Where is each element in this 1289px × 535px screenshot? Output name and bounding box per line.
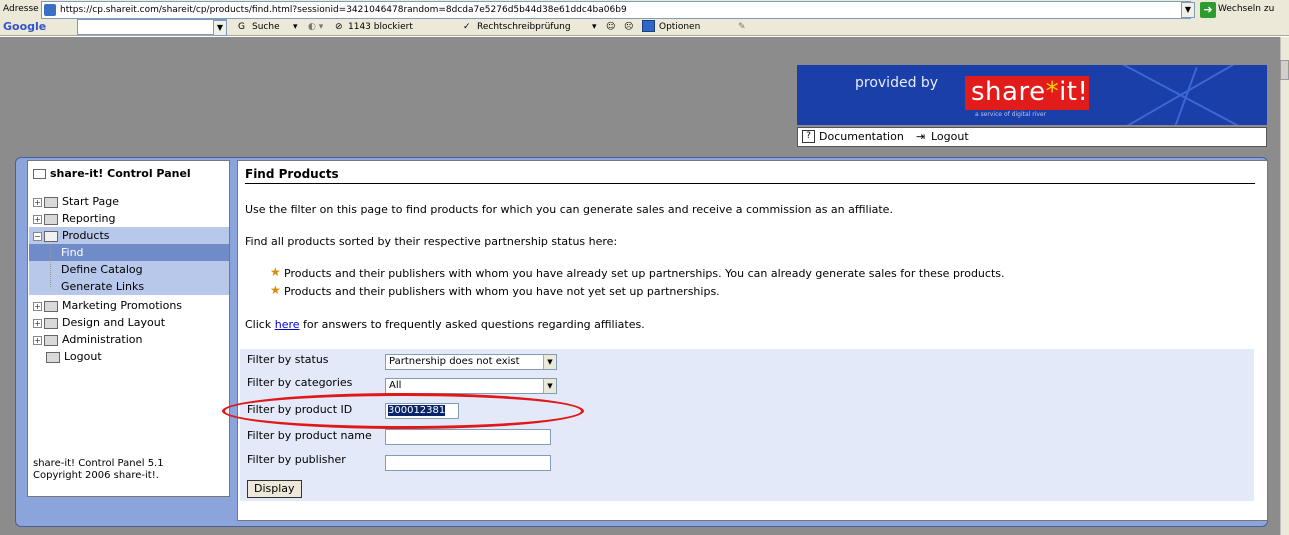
sidebar-item-define-catalog[interactable]: Define Catalog: [29, 261, 229, 278]
expand-icon[interactable]: +: [33, 301, 42, 311]
popup-blocked-icon: ⊘: [335, 22, 343, 32]
page-title: Find Products: [245, 167, 339, 181]
status-filter-label: Filter by status: [247, 353, 329, 366]
product-name-filter-label: Filter by product name: [247, 429, 372, 442]
vertical-scrollbar[interactable]: [1280, 37, 1289, 535]
spellcheck-icon: ✓: [463, 22, 471, 32]
faq-link[interactable]: here: [275, 318, 300, 331]
shareit-logo: share*it!: [965, 76, 1089, 110]
go-button-label[interactable]: Wechseln zu: [1218, 4, 1274, 14]
sidebar: share-it! Control Panel + Start Page + Rep…: [27, 160, 230, 497]
sidebar-item-design-and-layout[interactable]: + Design and Layout: [33, 314, 165, 331]
logout-link[interactable]: Logout: [931, 130, 969, 143]
logo-tagline: a service of digital river: [975, 111, 1047, 118]
sidebar-item-reporting[interactable]: + Reporting: [33, 210, 115, 227]
sidebar-item-logout[interactable]: Logout: [33, 348, 102, 365]
google-search-dropdown[interactable]: ▼: [213, 20, 227, 36]
browser-toolbar: Adresse https://cp.shareit.com/shareit/c…: [0, 0, 1289, 36]
chevron-down-icon[interactable]: ▼: [543, 355, 556, 369]
expand-icon[interactable]: +: [33, 318, 42, 328]
popup-blocked-counter[interactable]: 1143 blockiert: [348, 19, 413, 35]
google-search-icon: G: [238, 22, 245, 32]
title-divider: [245, 183, 1255, 184]
options-button[interactable]: Optionen: [659, 19, 700, 35]
chevron-down-icon[interactable]: ▼: [543, 379, 556, 393]
faq-sentence: Click here for answers to frequently ask…: [245, 318, 645, 331]
documentation-icon[interactable]: ?: [802, 130, 815, 143]
google-search-input[interactable]: [77, 19, 227, 35]
folder-icon: [44, 317, 58, 329]
product-name-input[interactable]: [385, 429, 551, 445]
categories-filter-label: Filter by categories: [247, 376, 353, 389]
header-links-bar: ? Documentation ⇥ Logout: [797, 127, 1267, 147]
frown-icon[interactable]: ☹: [624, 19, 633, 35]
google-logo[interactable]: Google: [3, 19, 46, 35]
publisher-filter-label: Filter by publisher: [247, 453, 346, 466]
expand-icon[interactable]: +: [33, 214, 42, 224]
tree-connector: [50, 244, 51, 287]
provided-by-text: provided by: [855, 75, 939, 91]
highlighter-icon[interactable]: ✎: [738, 19, 746, 35]
sidebar-item-marketing-promotions[interactable]: + Marketing Promotions: [33, 297, 182, 314]
bullet-not-partnered: Products and their publishers with whom …: [284, 285, 720, 298]
pagerank-icon[interactable]: ◐ ▾: [308, 19, 323, 35]
expand-icon[interactable]: +: [33, 335, 42, 345]
panel-icon: [33, 169, 46, 179]
intro-text: Use the filter on this page to find prod…: [245, 203, 893, 216]
sidebar-item-administration[interactable]: + Administration: [33, 331, 143, 348]
spellcheck-button[interactable]: Rechtschreibprüfung: [477, 19, 571, 35]
logout-icon[interactable]: ⇥: [916, 130, 925, 143]
address-dropdown-button[interactable]: ▼: [1181, 2, 1195, 18]
copyright-text: Copyright 2006 share-it!.: [33, 470, 159, 481]
folder-icon: [44, 334, 58, 346]
folder-icon: [44, 196, 58, 208]
sidebar-title: share-it! Control Panel: [33, 167, 191, 180]
annotation-ellipse: [222, 393, 584, 429]
smiley-icon[interactable]: ☺: [606, 19, 615, 35]
folder-icon: [44, 213, 58, 225]
folder-icon: [46, 351, 60, 363]
collapse-icon[interactable]: −: [33, 231, 42, 241]
bullet-partnered: Products and their publishers with whom …: [284, 267, 1005, 280]
sidebar-footer: share-it! Control Panel 5.1 Copyright 20…: [33, 458, 164, 482]
page-icon: [44, 4, 56, 16]
options-icon: [642, 20, 655, 32]
go-arrow-icon[interactable]: ➜: [1200, 2, 1216, 18]
banner-decoration: [1126, 65, 1267, 125]
publisher-input[interactable]: [385, 455, 551, 471]
address-input[interactable]: https://cp.shareit.com/shareit/cp/produc…: [41, 1, 1191, 19]
display-button[interactable]: Display: [247, 480, 302, 498]
sidebar-item-start-page[interactable]: + Start Page: [33, 193, 119, 210]
status-select[interactable]: Partnership does not exist ▼: [385, 354, 557, 370]
address-label: Adresse: [3, 4, 39, 14]
categories-select[interactable]: All ▼: [385, 378, 557, 394]
sorted-text: Find all products sorted by their respec…: [245, 235, 618, 248]
brand-banner: provided by share*it! a service of digit…: [797, 65, 1267, 125]
chevron-down-icon[interactable]: ▾: [592, 19, 597, 35]
documentation-link[interactable]: Documentation: [819, 130, 904, 143]
scrollbar-thumb[interactable]: [1280, 60, 1289, 80]
version-text: share-it! Control Panel 5.1: [33, 458, 164, 469]
folder-open-icon: [44, 230, 58, 242]
partnership-star-icon: ★: [270, 265, 281, 279]
search-button[interactable]: Suche: [252, 19, 280, 35]
chevron-down-icon[interactable]: ▾: [293, 19, 298, 35]
sidebar-item-generate-links[interactable]: Generate Links: [29, 278, 229, 295]
no-partnership-star-icon: ★: [270, 283, 281, 297]
url-text: https://cp.shareit.com/shareit/cp/produc…: [60, 5, 627, 15]
folder-icon: [44, 300, 58, 312]
sidebar-item-products[interactable]: − Products: [29, 227, 229, 244]
sidebar-item-find[interactable]: Find: [29, 244, 229, 261]
expand-icon[interactable]: +: [33, 197, 42, 207]
